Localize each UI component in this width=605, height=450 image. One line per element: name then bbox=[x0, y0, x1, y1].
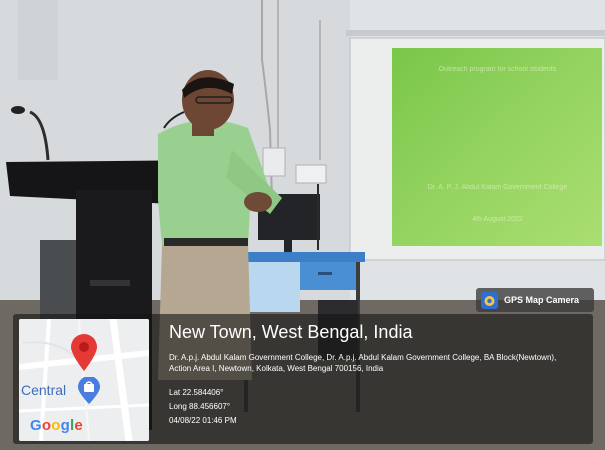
longitude-value: Long 88.456607° bbox=[169, 402, 231, 411]
map-place-label: Central bbox=[21, 382, 67, 398]
shopping-marker-icon bbox=[78, 377, 100, 404]
mini-map: Central Google bbox=[19, 319, 149, 441]
geotag-overlay: Central Google New Town, West Bengal, In… bbox=[13, 314, 593, 444]
gps-map-camera-icon bbox=[481, 291, 498, 309]
slide-date: 4th August 2022 bbox=[472, 216, 523, 223]
capture-datetime: 04/08/22 01:46 PM bbox=[169, 416, 237, 425]
slide-title: Outreach program for school students bbox=[438, 66, 557, 73]
gps-map-camera-label: GPS Map Camera bbox=[504, 295, 580, 305]
latitude-value: Lat 22.584406° bbox=[169, 388, 224, 397]
google-letter: o bbox=[41, 417, 52, 434]
google-letter: o bbox=[51, 417, 61, 434]
slide-college-name: Dr. A. P. J. Abdul Kalam Government Coll… bbox=[427, 184, 568, 191]
google-letter: e bbox=[74, 417, 83, 434]
location-address: Dr. A.p.j. Abdul Kalam Government Colleg… bbox=[169, 353, 557, 373]
google-letter: G bbox=[30, 417, 42, 434]
google-letter: g bbox=[60, 417, 70, 434]
gps-map-camera-badge: GPS Map Camera bbox=[476, 288, 594, 312]
google-logo: Google bbox=[30, 417, 83, 434]
location-pin-icon bbox=[71, 334, 97, 371]
location-title: New Town, West Bengal, India bbox=[169, 322, 413, 342]
photo-frame: Outreach program for school students Dr.… bbox=[0, 0, 605, 450]
